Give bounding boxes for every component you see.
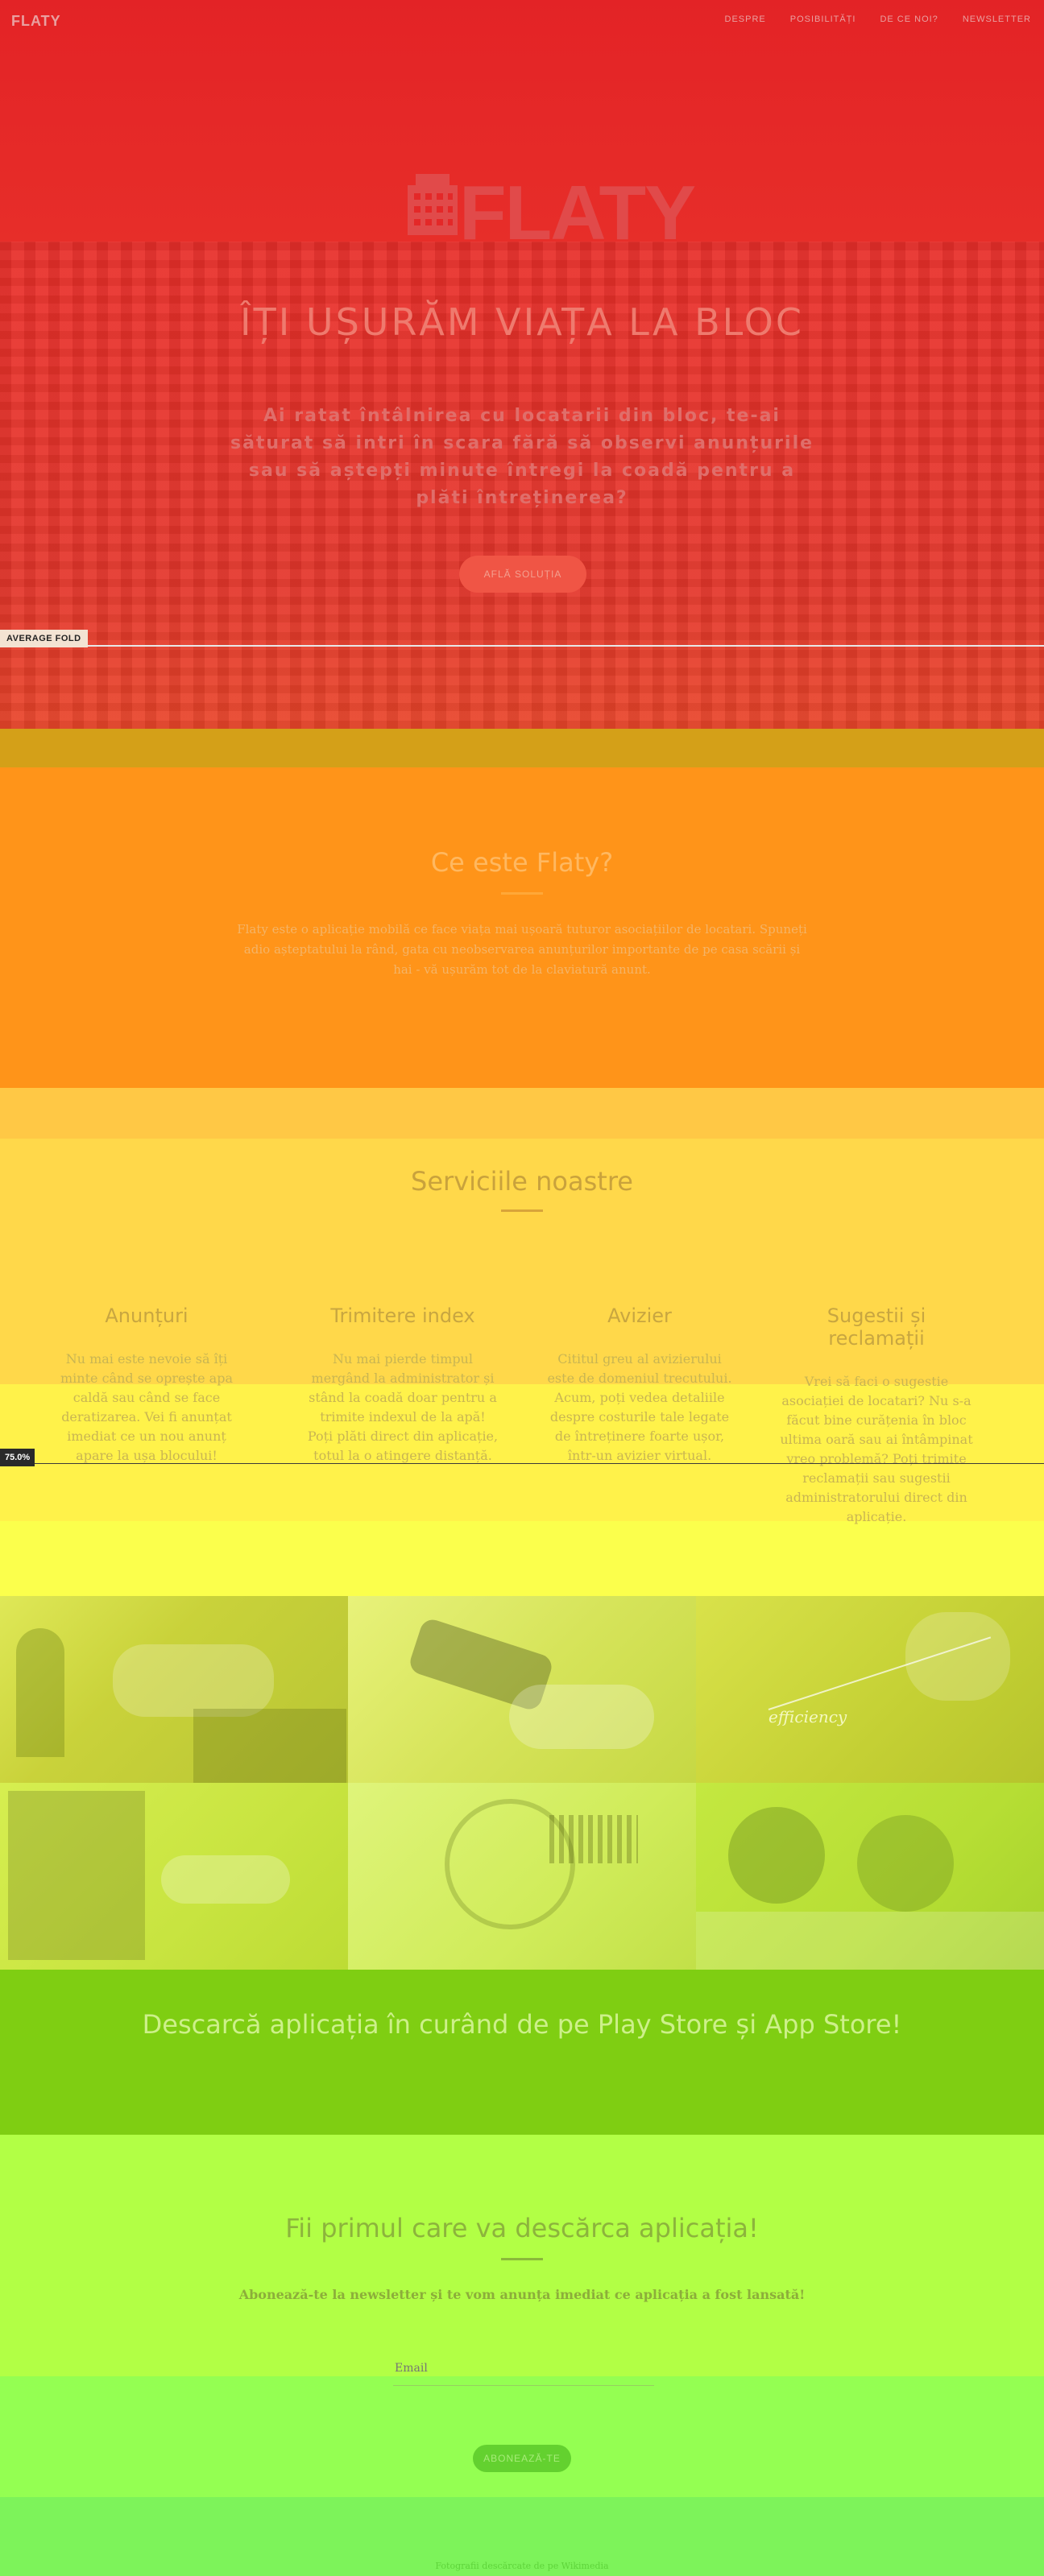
- about-text: Flaty este o aplicație mobilă ce face vi…: [237, 922, 807, 977]
- photo-efficiency-chart: efficiency: [696, 1596, 1044, 1783]
- service-sugestii: Sugestii și reclamații Vrei să faci o su…: [780, 1305, 973, 1527]
- photo-phone-hands: [348, 1596, 696, 1783]
- service-title: Trimitere index: [330, 1305, 475, 1327]
- nav-link-newsletter[interactable]: NEWSLETTER: [963, 14, 1031, 24]
- services-divider: [501, 1209, 543, 1212]
- service-title: Sugestii și reclamații: [826, 1305, 926, 1350]
- service-anunturi: Anunțuri Nu mai este nevoie să îți minte…: [50, 1305, 243, 1466]
- scroll-depth-line: [0, 1463, 1044, 1464]
- nav-link-de-ce-noi[interactable]: DE CE NOI?: [880, 14, 938, 24]
- average-fold-line: [0, 645, 1044, 647]
- service-text: Cititul greu al avizierului este de dome…: [547, 1351, 732, 1463]
- hero-subtitle: Ai ratat întâlnirea cu locatarii din blo…: [230, 406, 814, 508]
- photo-office-relax: [0, 1596, 348, 1783]
- hero-logo-text: FLATY: [459, 170, 696, 256]
- service-text: Vrei să faci o sugestie asociației de lo…: [780, 1374, 973, 1524]
- services-title: Serviciile noastre: [411, 1166, 633, 1197]
- heat-band-transition: [0, 729, 1044, 767]
- nav-brand[interactable]: FLATY: [11, 13, 61, 30]
- heat-band-download: [0, 1970, 1044, 2135]
- newsletter-title: Fii primul care va descărca aplicația!: [285, 2213, 759, 2243]
- photo-meeting: [696, 1783, 1044, 1970]
- nav-link-posibilitati[interactable]: POSIBILITĂȚI: [790, 14, 856, 24]
- newsletter-email-input[interactable]: [393, 2351, 654, 2386]
- service-text: Nu mai este nevoie să îți minte când se …: [60, 1351, 233, 1463]
- photo-magnifier-chart: [348, 1783, 696, 1970]
- about-divider: [501, 892, 543, 895]
- hero-cta-button[interactable]: AFLĂ SOLUȚIA: [459, 556, 586, 593]
- nav-link-despre[interactable]: DESPRE: [725, 14, 766, 24]
- building-logo-icon: [408, 174, 458, 235]
- subscribe-button[interactable]: ABONEAZĂ-TE: [473, 2445, 571, 2472]
- service-title: Anunțuri: [105, 1305, 188, 1327]
- service-title: Avizier: [607, 1305, 672, 1327]
- efficiency-caption: efficiency: [768, 1707, 847, 1726]
- heat-band-newsletter: [0, 2135, 1044, 2376]
- service-avizier: Avizier Cititul greu al avizierului este…: [543, 1305, 736, 1466]
- heat-band-about-bottom: [0, 1088, 1044, 1139]
- heat-band-services-end: [0, 1521, 1044, 1596]
- hero-title: ÎȚI UȘURĂM VIAȚA LA BLOC: [240, 300, 804, 344]
- newsletter-divider: [501, 2258, 543, 2260]
- footer-credit: Fotografii descărcate de pe Wikimedia: [435, 2561, 609, 2571]
- nav-links: DESPRE POSIBILITĂȚI DE CE NOI? NEWSLETTE…: [725, 14, 1031, 24]
- average-fold-label: AVERAGE FOLD: [0, 630, 88, 647]
- service-trimitere-index: Trimitere index Nu mai pierde timpul mer…: [306, 1305, 499, 1466]
- scroll-depth-label: 75.0%: [0, 1449, 35, 1466]
- heat-band-newsletter-lower: [0, 2376, 1044, 2497]
- download-title: Descarcă aplicația în curând de pe Play …: [142, 2009, 902, 2040]
- photo-handshake: [0, 1783, 348, 1970]
- service-text: Nu mai pierde timpul mergând la administ…: [307, 1351, 499, 1463]
- about-title: Ce este Flaty?: [430, 847, 614, 878]
- newsletter-subtitle: Abonează-te la newsletter și te vom anun…: [238, 2287, 806, 2302]
